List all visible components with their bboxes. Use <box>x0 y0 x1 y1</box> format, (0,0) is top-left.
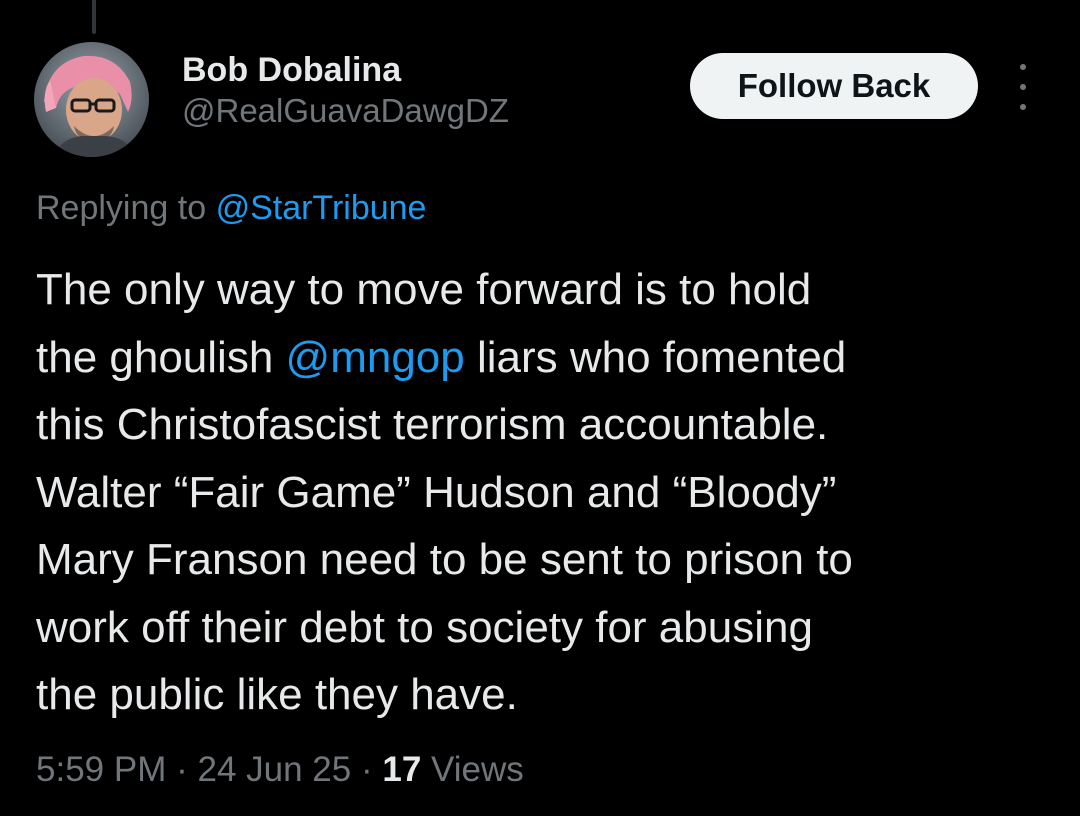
tweet-text-segment: work off their debt to society for abusi… <box>36 602 813 652</box>
tweet-meta: 5:59 PM · 24 Jun 25 · 17 Views <box>36 745 524 795</box>
more-dot <box>1020 64 1026 70</box>
tweet-text-segment: The only way to move forward is to hold <box>36 265 812 314</box>
thread-connector-line <box>92 0 96 34</box>
tweet-text-line: the ghoulish @mngop liars who fomented <box>36 324 1066 392</box>
tweet-text-line: work off their debt to society for abusi… <box>36 594 1066 662</box>
tweet-text-line: this Christofascist terrorism accountabl… <box>36 391 1066 459</box>
tweet-text-segment: Mary Franson need to be sent to prison t… <box>36 535 853 584</box>
tweet-author[interactable]: Bob Dobalina @RealGuavaDawgDZ <box>182 50 509 131</box>
tweet-text-segment: this Christofascist terrorism accountabl… <box>36 400 829 449</box>
tweet-text-segment: Walter “Fair Game” Hudson and “Bloody” <box>36 467 837 517</box>
views-label: Views <box>431 750 524 789</box>
tweet-text: The only way to move forward is to hold t… <box>36 256 1066 729</box>
mention-link[interactable]: @mngop <box>286 333 465 382</box>
tweet-text-line: The only way to move forward is to hold <box>36 256 1066 324</box>
tweet-text-segment: the public like they have. <box>36 670 518 719</box>
author-handle[interactable]: @RealGuavaDawgDZ <box>182 91 509 131</box>
more-options-icon[interactable] <box>1006 64 1040 110</box>
tweet-text-line: Mary Franson need to be sent to prison t… <box>36 526 1066 594</box>
tweet-text-line: Walter “Fair Game” Hudson and “Bloody” <box>36 459 1066 527</box>
reply-context: Replying to @StarTribune <box>36 186 426 230</box>
meta-separator: · <box>360 750 373 789</box>
reply-context-prefix: Replying to <box>36 189 207 227</box>
tweet-time[interactable]: 5:59 PM <box>36 750 166 789</box>
more-dot <box>1020 84 1026 90</box>
profile-photo-icon <box>34 42 149 157</box>
author-display-name[interactable]: Bob Dobalina <box>182 50 509 90</box>
tweet-text-segment: the ghoulish <box>36 332 286 382</box>
avatar[interactable] <box>34 42 149 157</box>
meta-separator: · <box>176 750 188 789</box>
follow-back-button[interactable]: Follow Back <box>690 53 978 119</box>
tweet-date[interactable]: 24 Jun 25 <box>197 750 351 789</box>
tweet-text-line: the public like they have. <box>36 661 1066 729</box>
more-dot <box>1020 104 1026 110</box>
reply-mention-link[interactable]: @StarTribune <box>216 189 427 227</box>
views-count: 17 <box>382 750 422 789</box>
tweet-text-segment: liars who fomented <box>464 332 847 382</box>
